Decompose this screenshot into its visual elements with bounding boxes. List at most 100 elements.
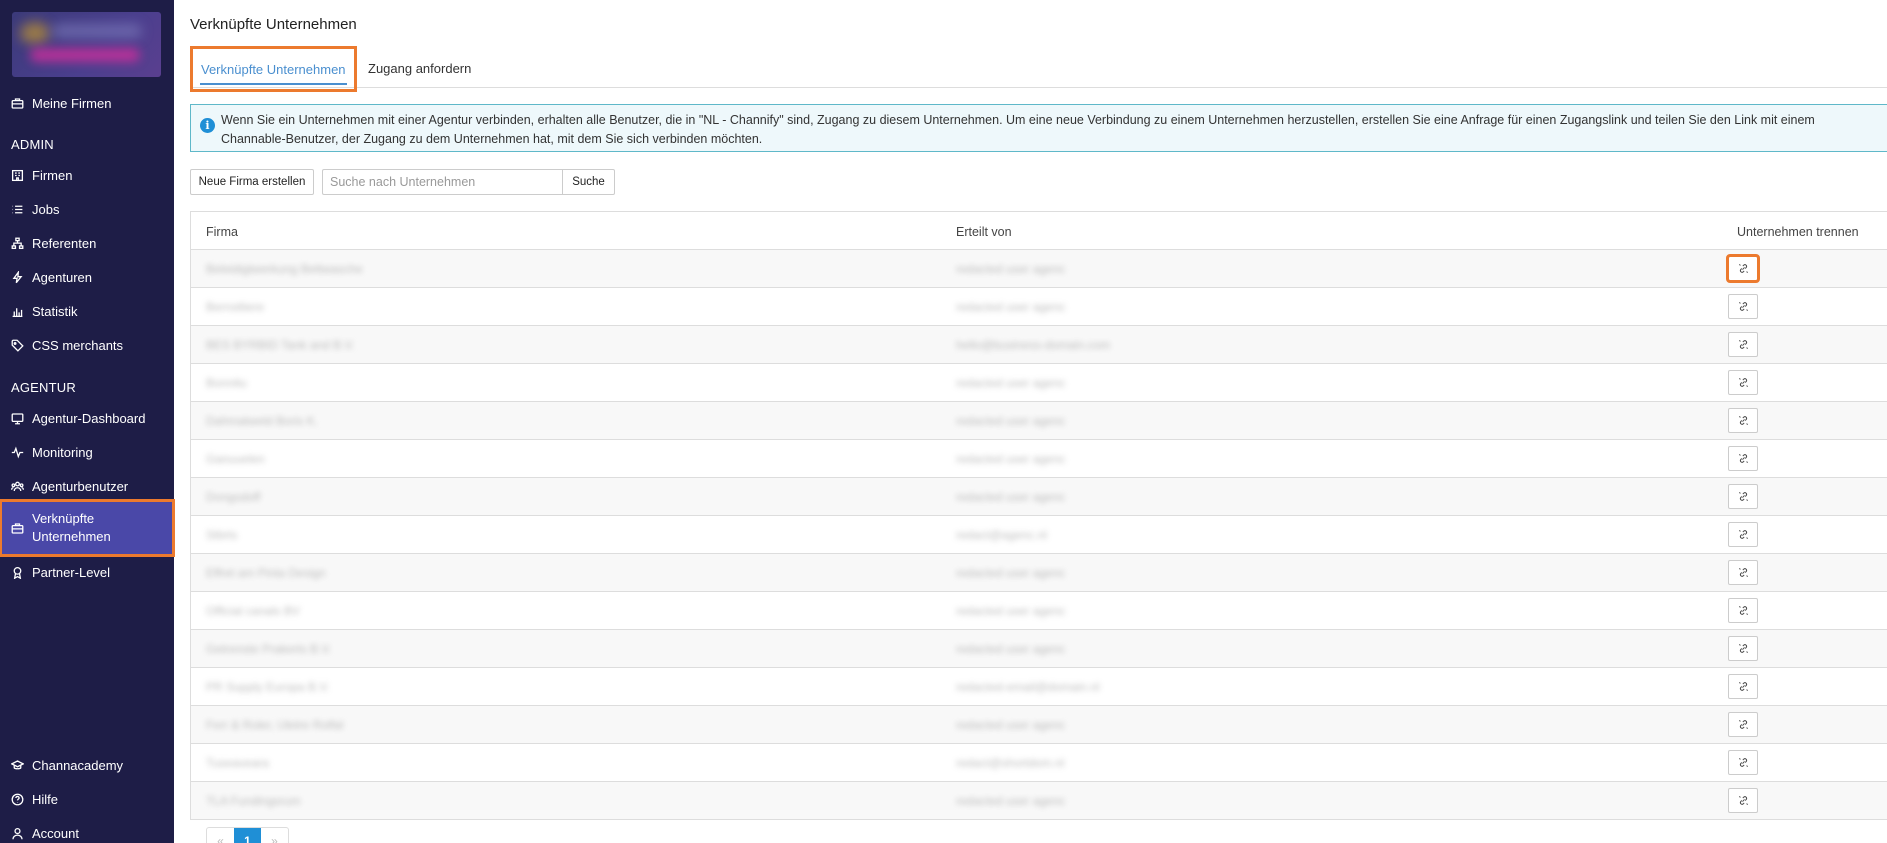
table-row: Official canals BV redacted user agenc xyxy=(191,592,1887,630)
unlink-icon xyxy=(1738,301,1749,312)
disconnect-company-button[interactable] xyxy=(1728,332,1758,357)
sidebar-item-label: Account xyxy=(32,825,79,841)
table-row: Beleidigtwerkung Bettwasche redacted user… xyxy=(191,250,1887,288)
tag-icon xyxy=(11,339,24,352)
column-header-granted-by: Erteilt von xyxy=(956,225,1012,239)
disconnect-company-button[interactable] xyxy=(1728,560,1758,585)
granted-by-cell: redacted user agenc xyxy=(956,566,1066,580)
disconnect-company-button[interactable] xyxy=(1728,408,1758,433)
unlink-icon xyxy=(1738,415,1749,426)
monitor-icon xyxy=(11,412,24,425)
sidebar-item-channacademy[interactable]: Channacademy xyxy=(0,750,174,780)
table-row: Dongsdoff redacted user agenc xyxy=(191,478,1887,516)
main-content: Verknüpfte Unternehmen Verknüpfte Untern… xyxy=(174,0,1887,843)
info-icon: i xyxy=(200,118,215,133)
sidebar-item-label: Partner-Level xyxy=(32,564,111,580)
disconnect-company-button[interactable] xyxy=(1728,484,1758,509)
granted-by-cell: redacted-email@domain.nl xyxy=(956,680,1100,694)
linked-companies-table: Firma Erteilt von Unternehmen trennen Be… xyxy=(190,211,1887,820)
disconnect-company-button[interactable] xyxy=(1728,522,1758,547)
granted-by-cell: redacted user agenc xyxy=(956,414,1066,428)
company-name-cell: Official canals BV xyxy=(206,604,300,618)
tab-bar: Verknüpfte Unternehmen Zugang anfordern xyxy=(190,46,1887,92)
agency-logo[interactable] xyxy=(12,12,161,77)
sidebar-item-label: Verknüpfte Unternehmen xyxy=(32,511,111,544)
disconnect-company-button[interactable] xyxy=(1728,750,1758,775)
company-name-cell: TLA Fundingsrum xyxy=(206,794,301,808)
sidebar-item-label: Hilfe xyxy=(32,791,59,807)
sidebar-item-label: Firmen xyxy=(32,167,73,183)
disconnect-company-button[interactable] xyxy=(1728,446,1758,471)
sidebar-item-meine-firmen[interactable]: Meine Firmen xyxy=(0,88,174,118)
tab-label: Zugang anfordern xyxy=(368,60,472,76)
disconnect-company-button[interactable] xyxy=(1728,674,1758,699)
tab-verknuepfte-unternehmen[interactable]: Verknüpfte Unternehmen xyxy=(190,46,357,92)
info-text-line-2: Channable-Benutzer, der Zugang zu dem Un… xyxy=(221,132,763,146)
disconnect-company-button[interactable] xyxy=(1728,294,1758,319)
granted-by-cell: redact@agenc.nl xyxy=(956,528,1047,542)
table-row: Dahmatweld Boris K. redacted user agenc xyxy=(191,402,1887,440)
granted-by-cell: redacted user agenc xyxy=(956,718,1066,732)
disconnect-company-button[interactable] xyxy=(1726,254,1760,283)
granted-by-cell: redacted user agenc xyxy=(956,642,1066,656)
disconnect-company-button[interactable] xyxy=(1728,598,1758,623)
disconnect-company-button[interactable] xyxy=(1728,636,1758,661)
company-name-cell: Stbrts xyxy=(206,528,238,542)
sidebar-item-firmen[interactable]: Firmen xyxy=(0,160,174,190)
sidebar-item-agenturen[interactable]: Agenturen xyxy=(0,262,174,292)
sidebar-item-partner-level[interactable]: Partner-Level xyxy=(0,557,174,587)
company-name-cell: Beleidigtwerkung Bettwasche xyxy=(206,262,363,276)
sidebar-item-verknuepfte-unternehmen[interactable]: Verknüpfte Unternehmen xyxy=(0,499,175,557)
sidebar-item-referenten[interactable]: Referenten xyxy=(0,228,174,258)
sidebar-item-label: Agentur-Dashboard xyxy=(32,410,146,426)
briefcase-icon xyxy=(11,522,24,535)
unlink-icon xyxy=(1738,795,1749,806)
pagination-next[interactable]: » xyxy=(261,828,288,843)
sidebar-item-css-merchants[interactable]: CSS merchants xyxy=(0,330,174,360)
granted-by-cell: redact@shortdom.nl xyxy=(956,756,1065,770)
sidebar-item-label: CSS merchants xyxy=(32,337,124,353)
unlink-icon xyxy=(1738,757,1749,768)
table-row: TLA Fundingsrum redacted user agenc xyxy=(191,782,1887,820)
tab-zugang-anfordern[interactable]: Zugang anfordern xyxy=(368,48,471,88)
sidebar-item-monitoring[interactable]: Monitoring xyxy=(0,437,174,467)
sidebar-item-statistik[interactable]: Statistik xyxy=(0,296,174,326)
sidebar-item-agenturbenutzer[interactable]: Agenturbenutzer xyxy=(0,471,174,501)
pagination-prev[interactable]: « xyxy=(207,828,234,843)
table-row: Effret am Pinta Design redacted user agen… xyxy=(191,554,1887,592)
activity-icon xyxy=(11,445,24,459)
award-icon xyxy=(11,566,24,579)
company-search-input[interactable] xyxy=(322,169,562,195)
table-row: Tuseaveara redact@shortdom.nl xyxy=(191,744,1887,782)
sidebar-item-account[interactable]: Account xyxy=(0,818,174,843)
sidebar-item-hilfe[interactable]: Hilfe xyxy=(0,784,174,814)
company-name-cell: Dahmatweld Boris K. xyxy=(206,414,319,428)
bar-chart-icon xyxy=(11,305,24,318)
bolt-icon xyxy=(11,270,24,284)
sidebar-item-label: Agenturen xyxy=(32,269,92,285)
search-button[interactable]: Suche xyxy=(562,169,615,195)
disconnect-company-button[interactable] xyxy=(1728,370,1758,395)
table-row: Ferr & Roler, Uletre Rolfal redacted user… xyxy=(191,706,1887,744)
list-icon xyxy=(11,203,24,216)
sidebar-item-label: Agenturbenutzer xyxy=(32,478,129,494)
sidebar-item-label: Statistik xyxy=(32,303,78,319)
sidebar-item-jobs[interactable]: Jobs xyxy=(0,194,174,224)
table-row: Bernsttiere redacted user agenc xyxy=(191,288,1887,326)
pagination-page-current[interactable]: 1 xyxy=(234,828,261,843)
disconnect-company-button[interactable] xyxy=(1728,788,1758,813)
company-name-cell: BES BYRBID Tank and B.V. xyxy=(206,338,355,352)
pagination: « 1 » xyxy=(206,827,289,843)
company-name-cell: PR Supply Europa B.V. xyxy=(206,680,330,694)
graduation-cap-icon xyxy=(11,759,24,772)
disconnect-company-button[interactable] xyxy=(1728,712,1758,737)
new-company-button[interactable]: Neue Firma erstellen xyxy=(190,169,314,195)
sidebar-item-label: Referenten xyxy=(32,235,97,251)
unlink-icon xyxy=(1738,339,1749,350)
sidebar-item-agentur-dashboard[interactable]: Agentur-Dashboard xyxy=(0,403,174,433)
table-row: Getrenste Prakerts B.V. redacted user age… xyxy=(191,630,1887,668)
company-name-cell: Bonnitu xyxy=(206,376,247,390)
company-name-cell: Tuseaveara xyxy=(206,756,269,770)
company-name-cell: Ferr & Roler, Uletre Rolfal xyxy=(206,718,344,732)
granted-by-cell: redacted user agenc xyxy=(956,794,1066,808)
